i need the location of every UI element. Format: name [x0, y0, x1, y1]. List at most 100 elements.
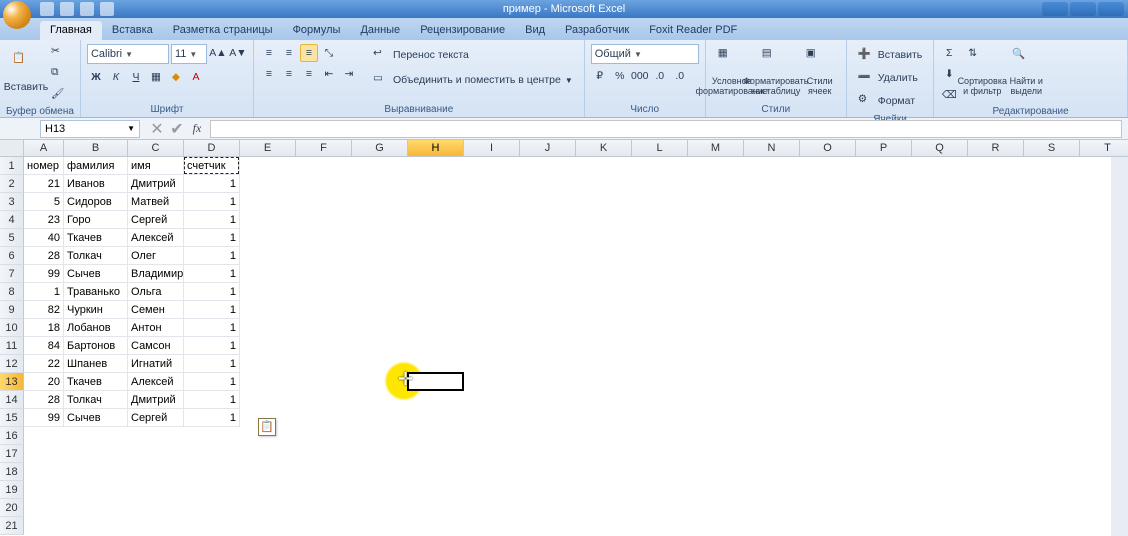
fill-button[interactable]: ⬇: [940, 65, 958, 83]
col-header-T[interactable]: T: [1080, 140, 1128, 157]
insert-cells-button[interactable]: ➕Вставить: [853, 44, 928, 66]
name-box[interactable]: H13▼: [40, 120, 140, 138]
fill-color-button[interactable]: ◆: [167, 68, 185, 86]
select-all-corner[interactable]: [0, 140, 24, 157]
cell-D6[interactable]: 1: [184, 247, 240, 265]
align-center-button[interactable]: ≡: [280, 65, 298, 83]
cell-D5[interactable]: 1: [184, 229, 240, 247]
cell-A7[interactable]: 99: [24, 265, 64, 283]
cell-A14[interactable]: 28: [24, 391, 64, 409]
cell-C12[interactable]: Игнатий: [128, 355, 184, 373]
cell-B13[interactable]: Ткачев: [64, 373, 128, 391]
cell-A6[interactable]: 28: [24, 247, 64, 265]
increase-decimal-button[interactable]: .0: [651, 67, 669, 85]
row-header-12[interactable]: 12: [0, 355, 24, 373]
row-header-3[interactable]: 3: [0, 193, 24, 211]
cell-D14[interactable]: 1: [184, 391, 240, 409]
tab-разметка-страницы[interactable]: Разметка страницы: [163, 21, 283, 40]
cell-C14[interactable]: Дмитрий: [128, 391, 184, 409]
col-header-P[interactable]: P: [856, 140, 912, 157]
cell-B7[interactable]: Сычев: [64, 265, 128, 283]
row-header-8[interactable]: 8: [0, 283, 24, 301]
cell-B11[interactable]: Бартонов: [64, 337, 128, 355]
vertical-scrollbar[interactable]: [1111, 157, 1128, 536]
cell-A10[interactable]: 18: [24, 319, 64, 337]
minimize-button[interactable]: [1042, 2, 1068, 16]
cut-button[interactable]: ✂: [50, 44, 68, 62]
font-color-button[interactable]: A: [187, 68, 205, 86]
format-as-table-button[interactable]: ▤Форматировать как таблицу: [756, 44, 796, 100]
cell-B1[interactable]: фамилия: [64, 157, 128, 175]
col-header-S[interactable]: S: [1024, 140, 1080, 157]
number-format-combo[interactable]: Общий▼: [591, 44, 699, 64]
row-header-17[interactable]: 17: [0, 445, 24, 463]
cell-B4[interactable]: Горо: [64, 211, 128, 229]
fx-button[interactable]: fx: [188, 120, 206, 138]
row-header-16[interactable]: 16: [0, 427, 24, 445]
cell-B9[interactable]: Чуркин: [64, 301, 128, 319]
tab-разработчик[interactable]: Разработчик: [555, 21, 639, 40]
align-top-button[interactable]: ≡: [260, 44, 278, 62]
cell-A13[interactable]: 20: [24, 373, 64, 391]
col-header-B[interactable]: B: [64, 140, 128, 157]
cell-C15[interactable]: Сергей: [128, 409, 184, 427]
row-header-4[interactable]: 4: [0, 211, 24, 229]
currency-button[interactable]: ₽: [591, 67, 609, 85]
cell-A8[interactable]: 1: [24, 283, 64, 301]
find-select-button[interactable]: 🔍Найти и выдели: [1006, 44, 1046, 100]
cell-C7[interactable]: Владимир: [128, 265, 184, 283]
cell-B6[interactable]: Толкач: [64, 247, 128, 265]
cell-B12[interactable]: Шпанев: [64, 355, 128, 373]
font-family-combo[interactable]: Calibri▼: [87, 44, 169, 64]
close-button[interactable]: [1098, 2, 1124, 16]
col-header-R[interactable]: R: [968, 140, 1024, 157]
format-painter-button[interactable]: 🖌: [50, 86, 68, 104]
cell-D2[interactable]: 1: [184, 175, 240, 193]
col-header-Q[interactable]: Q: [912, 140, 968, 157]
row-header-19[interactable]: 19: [0, 481, 24, 499]
paste-button[interactable]: 📋 Вставить: [6, 44, 46, 100]
cell-A15[interactable]: 99: [24, 409, 64, 427]
cell-B2[interactable]: Иванов: [64, 175, 128, 193]
cell-B5[interactable]: Ткачев: [64, 229, 128, 247]
cell-D7[interactable]: 1: [184, 265, 240, 283]
cell-C3[interactable]: Матвей: [128, 193, 184, 211]
cell-D10[interactable]: 1: [184, 319, 240, 337]
cell-B8[interactable]: Траванько: [64, 283, 128, 301]
bold-button[interactable]: Ж: [87, 68, 105, 86]
clear-button[interactable]: ⌫: [940, 86, 958, 104]
paste-options-button[interactable]: 📋: [258, 418, 276, 436]
cell-C10[interactable]: Антон: [128, 319, 184, 337]
tab-рецензирование[interactable]: Рецензирование: [410, 21, 515, 40]
grow-font-button[interactable]: A▲: [209, 44, 227, 62]
formula-input[interactable]: [210, 120, 1122, 138]
cell-D1[interactable]: счетчик: [184, 157, 240, 175]
cell-C6[interactable]: Олег: [128, 247, 184, 265]
row-header-9[interactable]: 9: [0, 301, 24, 319]
qat-more-icon[interactable]: [100, 2, 114, 16]
cell-C11[interactable]: Самсон: [128, 337, 184, 355]
tab-главная[interactable]: Главная: [40, 21, 102, 40]
underline-button[interactable]: Ч: [127, 68, 145, 86]
cell-B14[interactable]: Толкач: [64, 391, 128, 409]
cell-C2[interactable]: Дмитрий: [128, 175, 184, 193]
col-header-C[interactable]: C: [128, 140, 184, 157]
indent-less-button[interactable]: ⇤: [320, 65, 338, 83]
col-header-E[interactable]: E: [240, 140, 296, 157]
cell-D8[interactable]: 1: [184, 283, 240, 301]
align-left-button[interactable]: ≡: [260, 65, 278, 83]
cell-C4[interactable]: Сергей: [128, 211, 184, 229]
tab-формулы[interactable]: Формулы: [283, 21, 351, 40]
cell-D4[interactable]: 1: [184, 211, 240, 229]
cell-A3[interactable]: 5: [24, 193, 64, 211]
cell-D9[interactable]: 1: [184, 301, 240, 319]
cell-C13[interactable]: Алексей: [128, 373, 184, 391]
wrap-text-button[interactable]: ↩Перенос текста: [368, 44, 578, 66]
shrink-font-button[interactable]: A▼: [229, 44, 247, 62]
enter-formula-button[interactable]: ✔: [168, 120, 186, 138]
merge-center-button[interactable]: ▭Объединить и поместить в центре▼: [368, 69, 578, 91]
row-header-2[interactable]: 2: [0, 175, 24, 193]
indent-more-button[interactable]: ⇥: [340, 65, 358, 83]
cell-C1[interactable]: имя: [128, 157, 184, 175]
cell-A1[interactable]: номер: [24, 157, 64, 175]
